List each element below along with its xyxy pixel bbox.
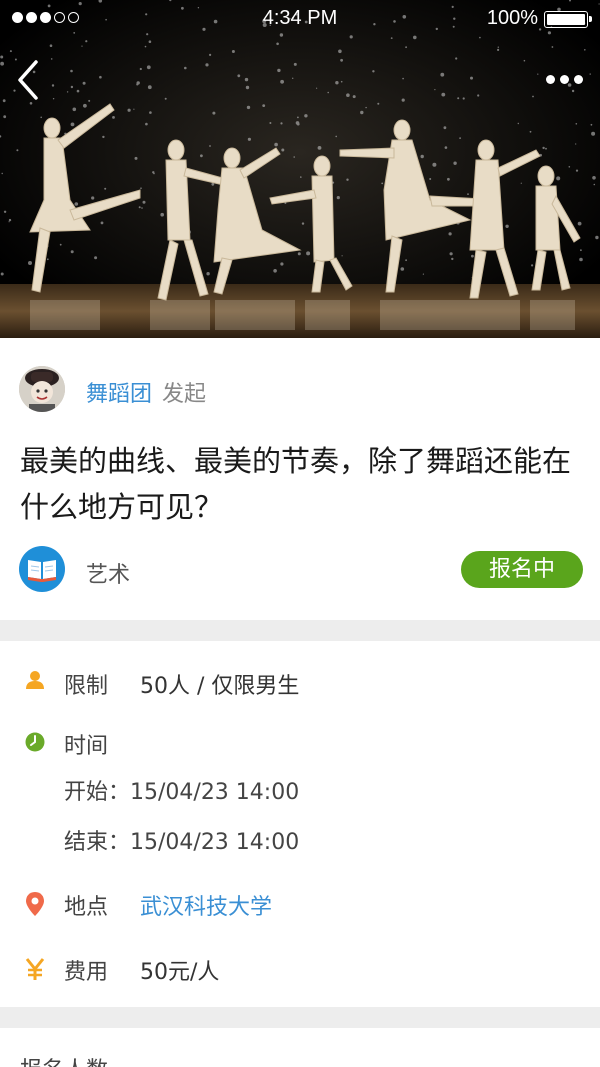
- yuan-icon: [25, 958, 45, 980]
- category-label: 艺术: [86, 563, 131, 588]
- organizer-action-label: 发起: [162, 382, 207, 407]
- more-dots-icon: [545, 74, 555, 84]
- person-icon: [26, 671, 44, 689]
- back-button[interactable]: [14, 58, 50, 102]
- dancers-photo: [0, 0, 600, 338]
- participants-label: 报名人数: [20, 1052, 108, 1067]
- avatar-image: [19, 366, 65, 412]
- registration-status-badge[interactable]: 报名中: [461, 551, 583, 588]
- event-details-card: 限制 50人 / 仅限男生 时间 开始：15/04/23 14:00 结束：15…: [0, 641, 600, 1007]
- battery-icon: [544, 11, 592, 28]
- organizer-avatar[interactable]: [19, 366, 65, 412]
- fee-label: 费用: [64, 960, 109, 985]
- limit-value: 50人 / 仅限男生: [140, 674, 300, 699]
- event-cover-image: 4:34 PM 100%: [0, 0, 600, 338]
- organizer-name-link[interactable]: 舞蹈团: [86, 376, 152, 408]
- event-info-card: 舞蹈团 发起 最美的曲线、最美的节奏，除了舞蹈还能在什么地方可见？ 艺术 报名中: [0, 338, 600, 620]
- event-title: 最美的曲线、最美的节奏，除了舞蹈还能在什么地方可见？: [20, 444, 572, 524]
- participants-card: 报名人数: [0, 1028, 600, 1067]
- time-label: 时间: [64, 734, 109, 759]
- start-time: 开始：15/04/23 14:00: [64, 780, 300, 805]
- fee-value: 50元/人: [140, 960, 220, 985]
- clock-icon: [25, 732, 45, 752]
- end-time: 结束：15/04/23 14:00: [64, 830, 300, 855]
- category-icon: [19, 546, 65, 592]
- more-options-button[interactable]: [542, 66, 586, 92]
- battery-percentage: 100%: [486, 7, 538, 29]
- limit-label: 限制: [64, 674, 109, 699]
- status-bar: 4:34 PM 100%: [0, 0, 600, 40]
- location-pin-icon: [26, 892, 44, 916]
- chevron-left-icon: [18, 60, 38, 100]
- location-label: 地点: [64, 895, 109, 920]
- location-link[interactable]: 武汉科技大学: [140, 889, 272, 921]
- book-icon: [28, 560, 56, 582]
